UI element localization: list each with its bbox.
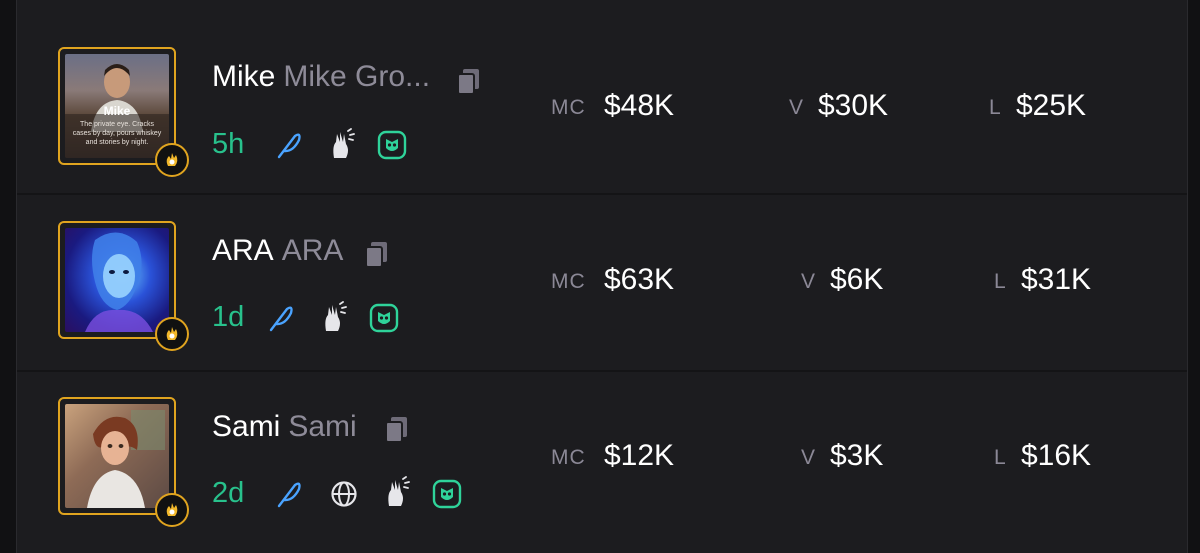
copy-icon[interactable] [364,241,390,269]
token-name-line: Mike Mike Gro... [212,60,430,94]
owl-shield-icon[interactable] [432,479,462,509]
copy-icon[interactable] [456,68,482,96]
token-symbol: Sami [288,410,357,443]
token-name-line: Sami Sami [212,410,357,444]
avatar-image [65,228,169,332]
token-name: ARA [212,234,274,267]
mc-label: MC [551,270,586,293]
volume-value: $3K [830,439,884,472]
avatar-image [65,404,169,508]
gesture-hand-icon[interactable] [383,476,411,508]
liquidity-value: $16K [1021,439,1092,472]
token-row[interactable]: Sami Sami 2d MC $12K V $3K L $16K [17,372,1187,532]
mc-label: MC [551,446,586,469]
token-age: 5h [212,128,245,160]
owl-shield-icon[interactable] [369,303,399,333]
token-symbol: Mike Gro... [283,60,431,93]
token-avatar[interactable]: Mike The private eye. Cracks cases by da… [58,47,189,177]
gesture-hand-icon[interactable] [320,301,348,333]
token-list-panel: Mike The private eye. Cracks cases by da… [16,0,1188,553]
token-avatar[interactable] [58,221,189,351]
token-name: Mike [212,60,276,93]
avatar-portrait [87,410,165,508]
token-age: 1d [212,301,245,333]
globe-icon[interactable] [330,480,358,508]
pump-badge-icon [155,143,189,177]
pump-badge-icon [155,493,189,527]
mc-value: $63K [604,263,675,296]
token-name: Sami [212,410,281,443]
pump-badge-icon [155,317,189,351]
token-row[interactable]: ARA ARA 1d MC $63K V $6K L $31K [17,195,1187,355]
liquidity-label: L [989,96,1002,119]
feather-icon[interactable] [275,130,303,160]
token-avatar[interactable] [58,397,189,527]
liquidity-label: L [994,270,1007,293]
feather-icon[interactable] [267,303,295,333]
gesture-hand-icon[interactable] [328,128,356,160]
liquidity-value: $31K [1021,263,1092,296]
feather-icon[interactable] [275,479,303,509]
mc-value: $12K [604,439,675,472]
volume-value: $6K [830,263,884,296]
volume-label: V [801,270,817,293]
volume-value: $30K [818,89,889,122]
token-symbol: ARA [281,234,344,267]
avatar-image: Mike The private eye. Cracks cases by da… [65,54,169,158]
mc-value: $48K [604,89,675,122]
token-row[interactable]: Mike The private eye. Cracks cases by da… [17,20,1187,180]
avatar-caption-text: The private eye. Cracks cases by day, po… [72,121,162,146]
volume-label: V [789,96,805,119]
copy-icon[interactable] [384,416,410,444]
avatar-portrait [85,232,153,332]
mc-label: MC [551,96,586,119]
liquidity-label: L [994,446,1007,469]
token-age: 2d [212,477,245,509]
volume-label: V [801,446,817,469]
avatar-caption-title: Mike [103,104,131,118]
token-name-line: ARA ARA [212,234,343,268]
liquidity-value: $25K [1016,89,1087,122]
owl-shield-icon[interactable] [377,130,407,160]
